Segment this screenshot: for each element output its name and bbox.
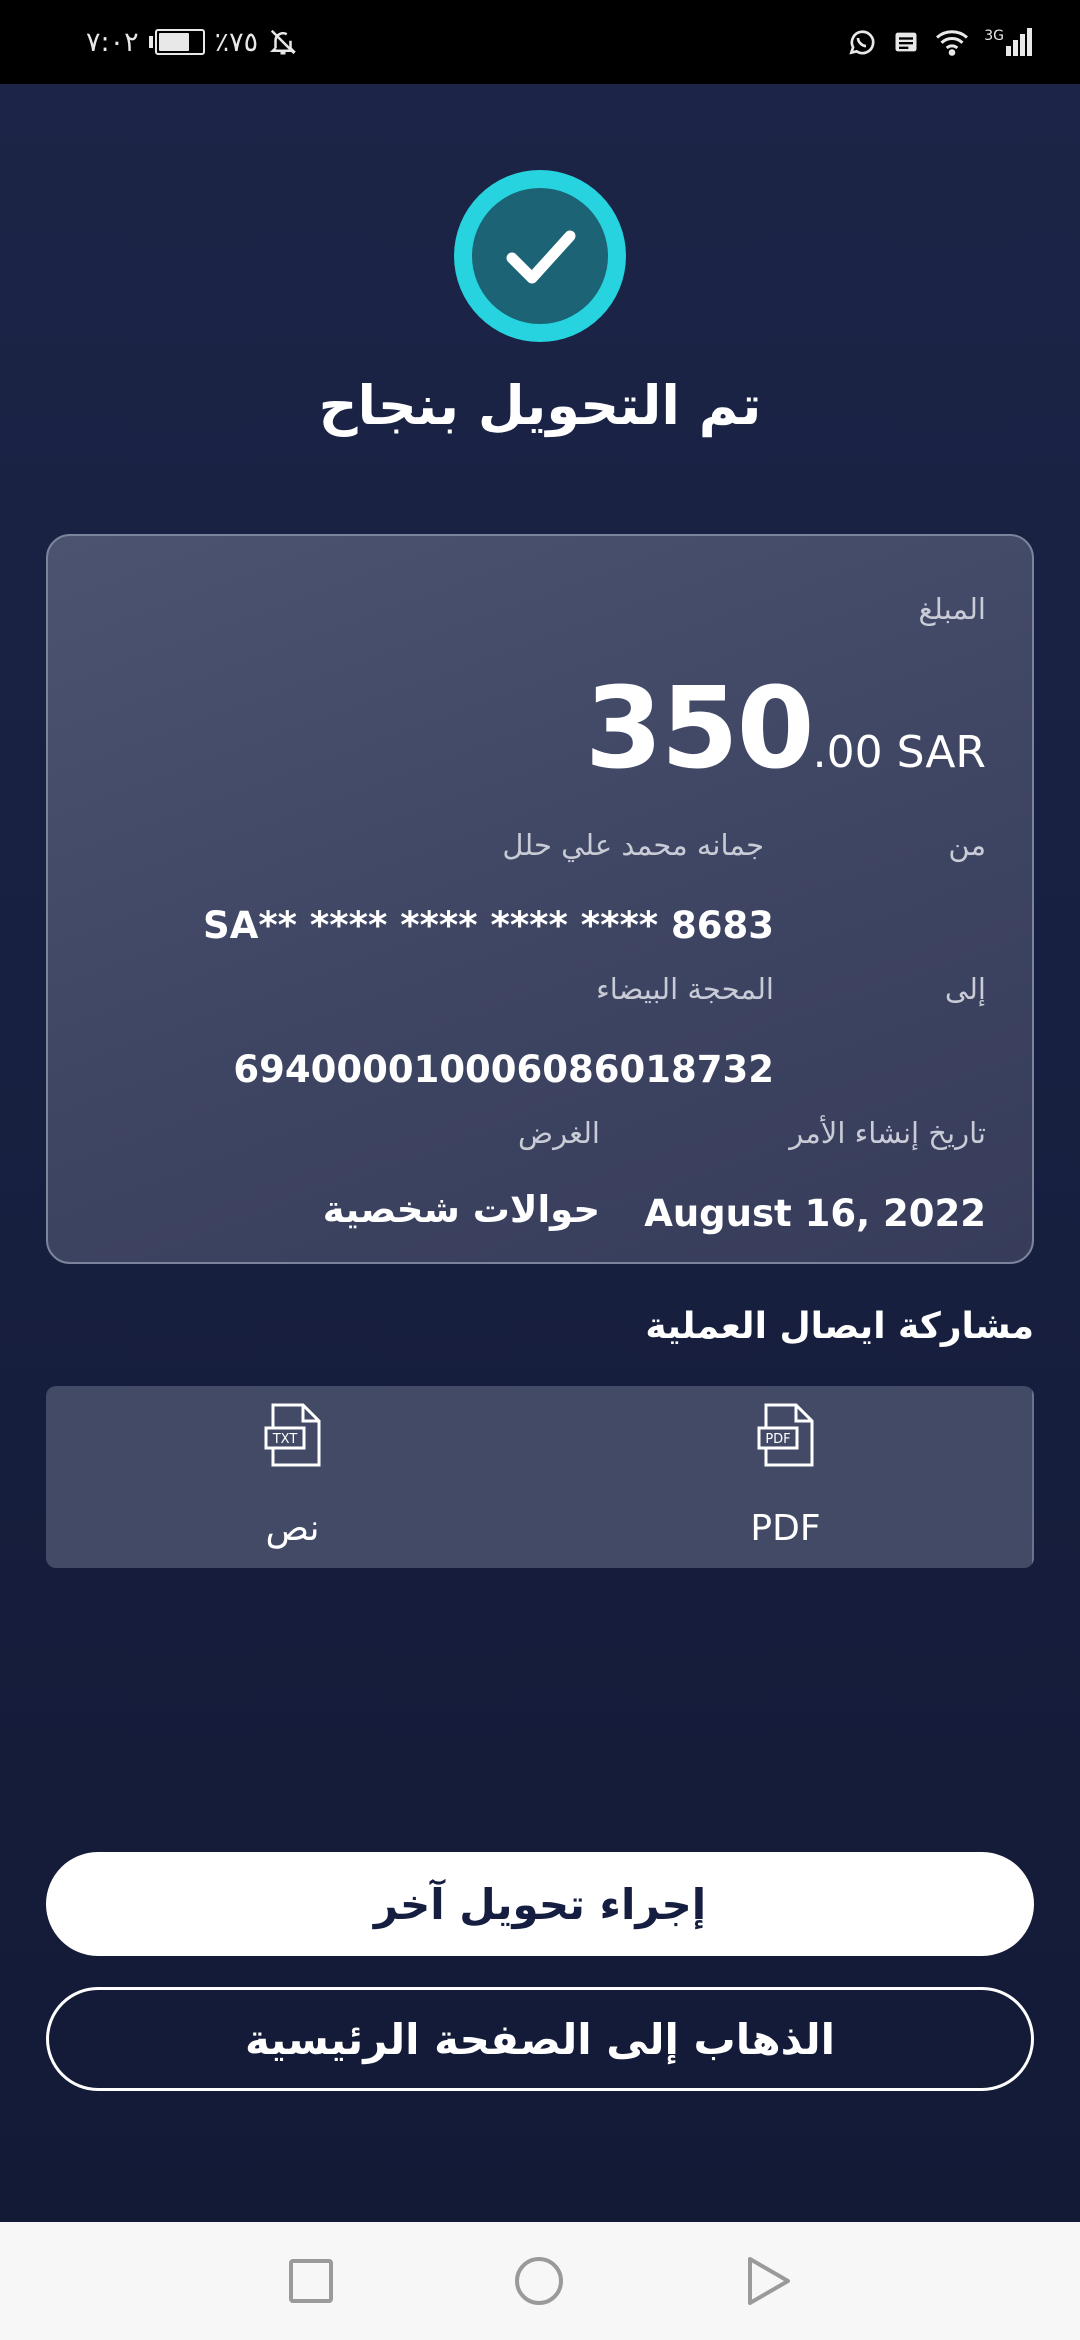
share-receipt-title: مشاركة ايصال العملية bbox=[645, 1306, 1034, 1347]
success-check-icon bbox=[454, 170, 626, 342]
from-label: من bbox=[948, 828, 986, 862]
from-account: SA** **** **** **** **** 8683 bbox=[203, 904, 774, 947]
amount-main: 350 bbox=[584, 664, 815, 794]
from-name: جمانه محمد علي حلل bbox=[502, 828, 764, 862]
purpose-label: الغرض bbox=[518, 1116, 600, 1150]
status-time: ٧:٠٢ bbox=[86, 26, 139, 58]
status-bar: ٧:٠٢ ٪٧٥ 3G bbox=[0, 0, 1080, 84]
another-transfer-button[interactable]: إجراء تحويل آخر bbox=[46, 1852, 1034, 1956]
home-button[interactable] bbox=[512, 2254, 566, 2308]
square-icon bbox=[289, 2259, 333, 2303]
share-pdf-label: PDF bbox=[750, 1508, 821, 1549]
svg-text:PDF: PDF bbox=[765, 1432, 790, 1447]
amount-value: 350 .00 SAR bbox=[585, 664, 986, 794]
pdf-file-icon: PDF bbox=[757, 1403, 813, 1467]
purpose-value: حوالات شخصية bbox=[322, 1188, 600, 1231]
wifi-icon bbox=[936, 30, 969, 56]
to-label: إلى bbox=[944, 972, 986, 1006]
circle-icon bbox=[515, 2257, 563, 2305]
date-label: تاريخ إنشاء الأمر bbox=[789, 1116, 986, 1150]
share-text-label: نص bbox=[265, 1508, 320, 1549]
share-text-button[interactable]: TXT نص bbox=[46, 1386, 539, 1568]
status-left: ٧:٠٢ ٪٧٥ bbox=[86, 27, 298, 58]
to-account: 69400001000608601873​2 bbox=[233, 1048, 774, 1091]
amount-label: المبلغ bbox=[918, 592, 986, 626]
transfer-details-card: المبلغ 350 .00 SAR من جمانه محمد علي حلل… bbox=[46, 534, 1034, 1264]
share-options: TXT نص PDF PDF bbox=[46, 1386, 1034, 1568]
page-title: تم التحويل بنجاح bbox=[318, 374, 762, 437]
system-nav-bar bbox=[0, 2222, 1080, 2340]
whatsapp-icon bbox=[849, 30, 875, 55]
triangle-back-icon bbox=[748, 2257, 790, 2305]
recents-button[interactable] bbox=[284, 2254, 338, 2308]
share-pdf-button[interactable]: PDF PDF bbox=[539, 1386, 1034, 1568]
message-icon bbox=[895, 32, 917, 52]
to-name: المحجة البيضاء bbox=[596, 972, 774, 1006]
main-content: تم التحويل بنجاح المبلغ 350 .00 SAR من ج… bbox=[0, 84, 1080, 2222]
network-type: 3G bbox=[984, 28, 1004, 44]
battery-icon bbox=[148, 29, 205, 55]
txt-file-icon: TXT bbox=[264, 1403, 320, 1467]
svg-text:TXT: TXT bbox=[271, 1432, 297, 1447]
back-button[interactable] bbox=[742, 2254, 796, 2308]
signal-icon: 3G bbox=[984, 28, 1032, 56]
date-value: August 16, 2022 bbox=[644, 1192, 986, 1235]
go-home-button[interactable]: الذهاب إلى الصفحة الرئيسية bbox=[46, 1987, 1034, 2091]
battery-percent: ٪٧٥ bbox=[214, 26, 259, 58]
bell-off-icon bbox=[270, 29, 297, 55]
amount-decimal: .00 SAR bbox=[812, 727, 986, 778]
status-right: 3G bbox=[846, 26, 1032, 58]
